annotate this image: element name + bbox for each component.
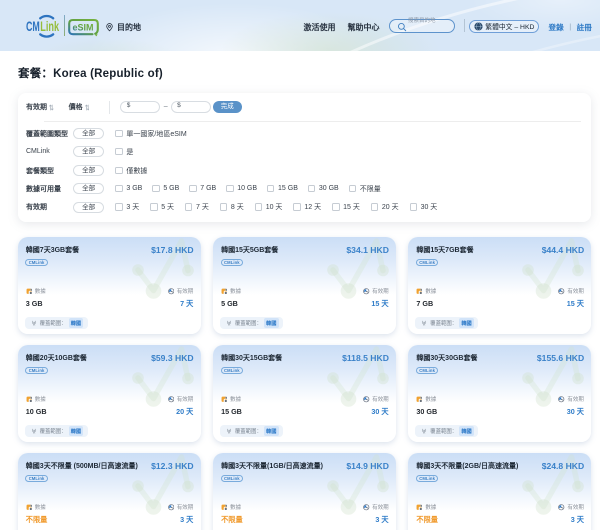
svg-text:CM: CM: [26, 19, 40, 35]
svg-text:eSIM: eSIM: [72, 23, 93, 33]
svg-text:Link: Link: [40, 19, 59, 35]
